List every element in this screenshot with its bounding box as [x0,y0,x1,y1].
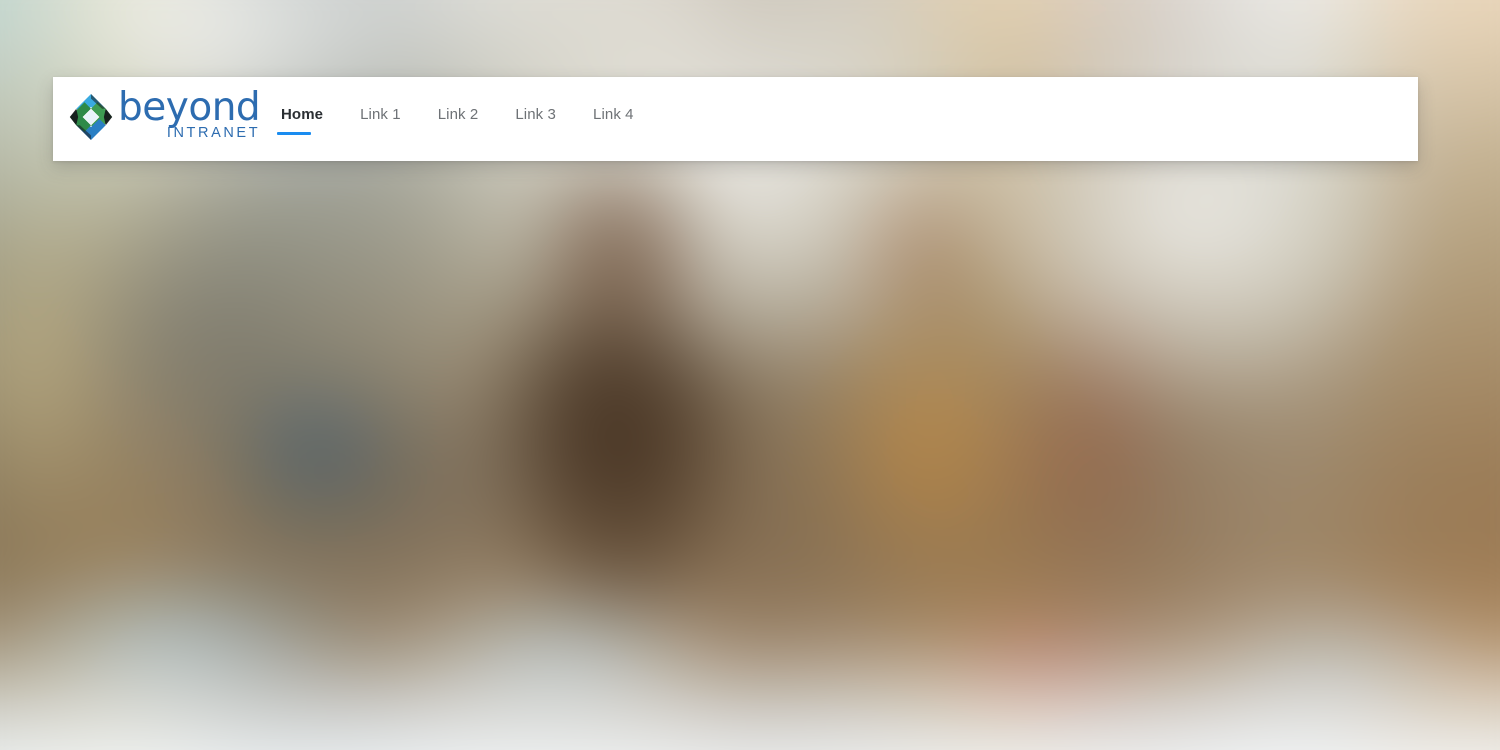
nav-link-home[interactable]: Home [277,106,327,135]
nav-link-link-2[interactable]: Link 2 [434,106,483,135]
nav-link-link-1[interactable]: Link 1 [356,106,405,135]
site-navigation-bar: beyond INTRANET Home Link 1 Link 2 Link … [53,77,1418,161]
logo-wordmark-text: beyond [118,85,261,130]
primary-nav-links: Home Link 1 Link 2 Link 3 Link 4 [277,87,667,151]
nav-link-link-3[interactable]: Link 3 [511,106,560,135]
brand-logo[interactable]: beyond INTRANET [68,85,261,150]
logo-wordmark-group: beyond INTRANET [118,85,261,142]
nav-link-link-4[interactable]: Link 4 [589,106,638,135]
beyond-diamond-logo-icon [69,94,113,140]
